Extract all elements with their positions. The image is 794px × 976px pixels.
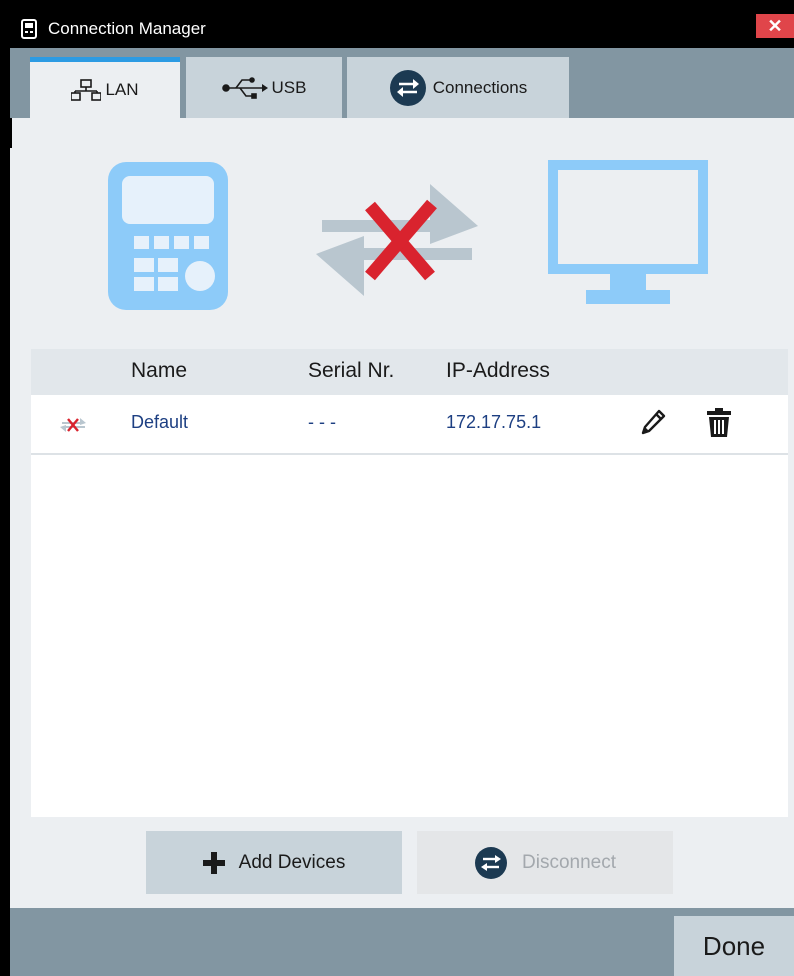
connections-icon xyxy=(389,69,427,107)
disconnected-icon xyxy=(59,415,87,440)
trash-icon[interactable] xyxy=(707,408,731,443)
plus-icon xyxy=(202,851,225,874)
disconnect-label: Disconnect xyxy=(522,851,616,873)
monitor-icon xyxy=(548,160,708,311)
table-row[interactable]: Default - - - 172.17.75.1 xyxy=(31,395,788,455)
tab-strip: LAN USB Connections xyxy=(10,48,794,118)
footer-bar: Done xyxy=(10,908,794,976)
row-ip: 172.17.75.1 xyxy=(446,412,542,432)
network-icon xyxy=(71,79,102,101)
tab-usb[interactable]: USB xyxy=(186,57,342,118)
handheld-instrument-icon xyxy=(106,160,230,317)
header-ip: IP-Address xyxy=(446,359,550,382)
add-devices-button[interactable]: Add Devices xyxy=(146,831,402,894)
table-header: Name Serial Nr. IP-Address xyxy=(31,349,788,395)
disconnected-arrows-icon xyxy=(312,184,482,301)
add-devices-label: Add Devices xyxy=(238,851,346,873)
row-serial: - - - xyxy=(308,412,336,432)
connection-manager-window: Connection Manager ✕ LAN USB Connections… xyxy=(10,10,794,976)
header-name: Name xyxy=(131,359,188,382)
window-title: Connection Manager xyxy=(48,19,206,38)
device-table: Name Serial Nr. IP-Address Default - - -… xyxy=(31,349,788,817)
handheld-device-icon xyxy=(20,19,38,39)
edit-icon[interactable] xyxy=(640,409,666,442)
close-button[interactable]: ✕ xyxy=(756,14,794,38)
done-button[interactable]: Done xyxy=(674,916,794,976)
row-name: Default xyxy=(131,412,189,432)
connections-icon xyxy=(474,846,508,880)
title-bar: Connection Manager ✕ xyxy=(10,10,794,48)
tab-lan-label: LAN xyxy=(105,80,139,99)
usb-icon xyxy=(221,76,268,99)
disconnect-button[interactable]: Disconnect xyxy=(417,831,673,894)
tab-usb-label: USB xyxy=(271,77,307,97)
tab-lan[interactable]: LAN xyxy=(30,57,180,118)
tab-connections-label: Connections xyxy=(432,77,528,97)
edge-line xyxy=(10,118,12,148)
tab-connections[interactable]: Connections xyxy=(347,57,569,118)
header-serial: Serial Nr. xyxy=(308,359,395,382)
